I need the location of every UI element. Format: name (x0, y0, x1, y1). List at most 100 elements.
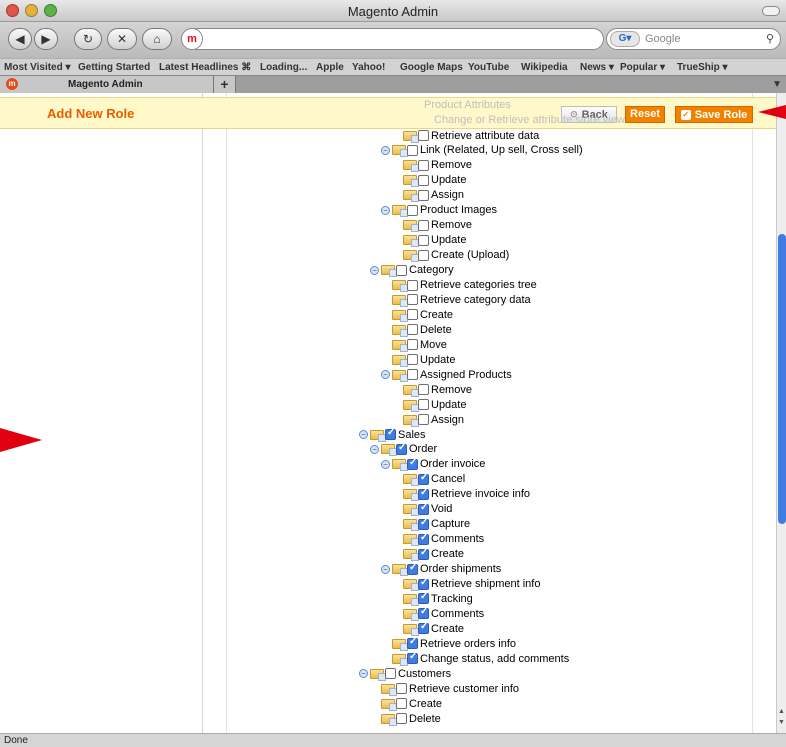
scrollbar-thumb[interactable] (778, 234, 786, 524)
tree-node[interactable]: Retrieve categories tree (392, 278, 537, 293)
collapse-icon[interactable]: − (359, 430, 368, 439)
scroll-down-icon[interactable]: ▼ (778, 719, 785, 726)
tree-node[interactable]: − Order shipments (381, 562, 501, 577)
permission-checkbox[interactable] (418, 621, 429, 635)
collapse-icon[interactable]: − (381, 205, 390, 215)
save-role-button[interactable]: ✓ Save Role (675, 106, 753, 123)
tree-node[interactable]: Tracking (403, 591, 473, 606)
tree-node[interactable]: − Order invoice (381, 457, 485, 472)
permission-checkbox[interactable] (396, 683, 407, 695)
bookmark-latest-headlines[interactable]: Latest Headlines ⌘ (159, 62, 251, 73)
forward-nav-button[interactable]: ▶ (34, 28, 58, 50)
bookmark-loading[interactable]: Loading... (260, 62, 307, 73)
tree-node[interactable]: Retrieve attribute data (403, 128, 539, 143)
bookmark-wikipedia[interactable]: Wikipedia (521, 62, 568, 73)
permission-checkbox[interactable] (396, 698, 407, 710)
permission-checkbox[interactable] (407, 309, 418, 321)
search-engine-icon[interactable]: G▾ (610, 31, 640, 47)
tree-node[interactable]: − Assigned Products (381, 367, 512, 382)
permission-checkbox[interactable] (407, 324, 418, 336)
collapse-icon[interactable]: − (381, 370, 390, 380)
bookmark-yahoo[interactable]: Yahoo! (352, 62, 385, 73)
permission-checkbox[interactable] (418, 384, 429, 396)
permission-checkbox[interactable] (396, 713, 407, 725)
bookmark-google-maps[interactable]: Google Maps (400, 62, 463, 73)
permission-checkbox[interactable] (418, 159, 429, 171)
permission-checkbox[interactable] (385, 668, 396, 680)
tree-node[interactable]: − Customers (359, 666, 451, 681)
tree-node[interactable]: Move (392, 337, 447, 352)
bookmark-getting-started[interactable]: Getting Started (78, 62, 150, 73)
bookmark-news[interactable]: News ▾ (580, 62, 614, 73)
reload-button[interactable]: ↻ (74, 28, 102, 50)
permission-checkbox[interactable] (418, 249, 429, 261)
tree-node[interactable]: Remove (403, 382, 472, 397)
tree-node[interactable]: − Category (370, 263, 454, 278)
permission-checkbox[interactable] (418, 532, 429, 545)
permission-checkbox[interactable] (418, 577, 429, 590)
tree-node[interactable]: Retrieve shipment info (403, 577, 540, 592)
tab-list-icon[interactable]: ▼ (772, 79, 782, 90)
collapse-icon[interactable]: − (381, 145, 390, 155)
new-tab-button[interactable]: + (214, 76, 236, 94)
permission-checkbox[interactable] (418, 219, 429, 231)
search-input[interactable]: G▾ Google ⚲ (606, 28, 781, 50)
permission-checkbox[interactable] (418, 502, 429, 515)
tree-node[interactable]: − Order (370, 442, 437, 457)
tree-node[interactable]: − Sales (359, 427, 426, 442)
tree-node[interactable]: Create (403, 547, 464, 562)
permission-checkbox[interactable] (407, 279, 418, 291)
bookmark-apple[interactable]: Apple (316, 62, 344, 73)
tree-node[interactable]: Change status, add comments (392, 651, 569, 666)
tree-node[interactable]: Create (403, 621, 464, 636)
tree-node[interactable]: Remove (403, 218, 472, 233)
tree-node[interactable]: Update (403, 233, 466, 248)
collapse-icon[interactable]: − (359, 669, 368, 679)
tree-node[interactable]: Create (392, 307, 453, 322)
tree-node[interactable]: Delete (381, 711, 441, 726)
tree-node[interactable]: Retrieve invoice info (403, 487, 530, 502)
permission-checkbox[interactable] (407, 354, 418, 366)
permission-checkbox[interactable] (418, 517, 429, 530)
permission-checkbox[interactable] (418, 472, 429, 485)
bookmark-popular[interactable]: Popular ▾ (620, 62, 665, 73)
tree-node[interactable]: Update (403, 397, 466, 412)
tree-node[interactable]: Retrieve category data (392, 292, 531, 307)
back-nav-button[interactable]: ◀ (8, 28, 32, 50)
tree-node[interactable]: Create (Upload) (403, 248, 509, 263)
permission-checkbox[interactable] (418, 414, 429, 426)
tree-node[interactable]: − Link (Related, Up sell, Cross sell) (381, 143, 583, 158)
permission-checkbox[interactable] (407, 457, 418, 470)
reset-button[interactable]: Reset (625, 106, 665, 123)
scroll-up-icon[interactable]: ▲ (778, 708, 785, 715)
bookmark-most-visited[interactable]: Most Visited ▾ (4, 62, 71, 73)
permission-checkbox[interactable] (407, 651, 418, 665)
permission-checkbox[interactable] (407, 294, 418, 306)
bookmark-youtube[interactable]: YouTube (468, 62, 509, 73)
permission-checkbox[interactable] (407, 144, 418, 156)
tree-node[interactable]: Assign (403, 412, 464, 427)
permission-checkbox[interactable] (418, 189, 429, 201)
permission-checkbox[interactable] (407, 562, 418, 575)
permission-checkbox[interactable] (407, 369, 418, 381)
tree-node[interactable]: Update (403, 173, 466, 188)
permission-checkbox[interactable] (407, 636, 418, 650)
address-bar[interactable] (186, 28, 604, 50)
collapse-icon[interactable]: − (381, 564, 390, 574)
permission-checkbox[interactable] (418, 591, 429, 605)
tree-node[interactable]: Comments (403, 606, 484, 621)
permission-checkbox[interactable] (418, 487, 429, 500)
vertical-scrollbar[interactable]: ▲ ▼ (776, 93, 786, 733)
permission-checkbox[interactable] (407, 339, 418, 351)
bookmark-trueship[interactable]: TrueShip ▾ (677, 62, 728, 73)
tree-node[interactable]: Create (381, 696, 442, 711)
permission-checkbox[interactable] (418, 174, 429, 186)
tree-node[interactable]: Delete (392, 322, 452, 337)
permission-checkbox[interactable] (418, 399, 429, 411)
tree-node[interactable]: Remove (403, 158, 472, 173)
tree-node[interactable]: Retrieve customer info (381, 681, 519, 696)
tab-magento-admin[interactable]: m Magento Admin (0, 76, 214, 94)
tree-node[interactable]: Comments (403, 532, 484, 547)
permission-checkbox[interactable] (396, 442, 407, 455)
tree-node[interactable]: Update (392, 352, 455, 367)
